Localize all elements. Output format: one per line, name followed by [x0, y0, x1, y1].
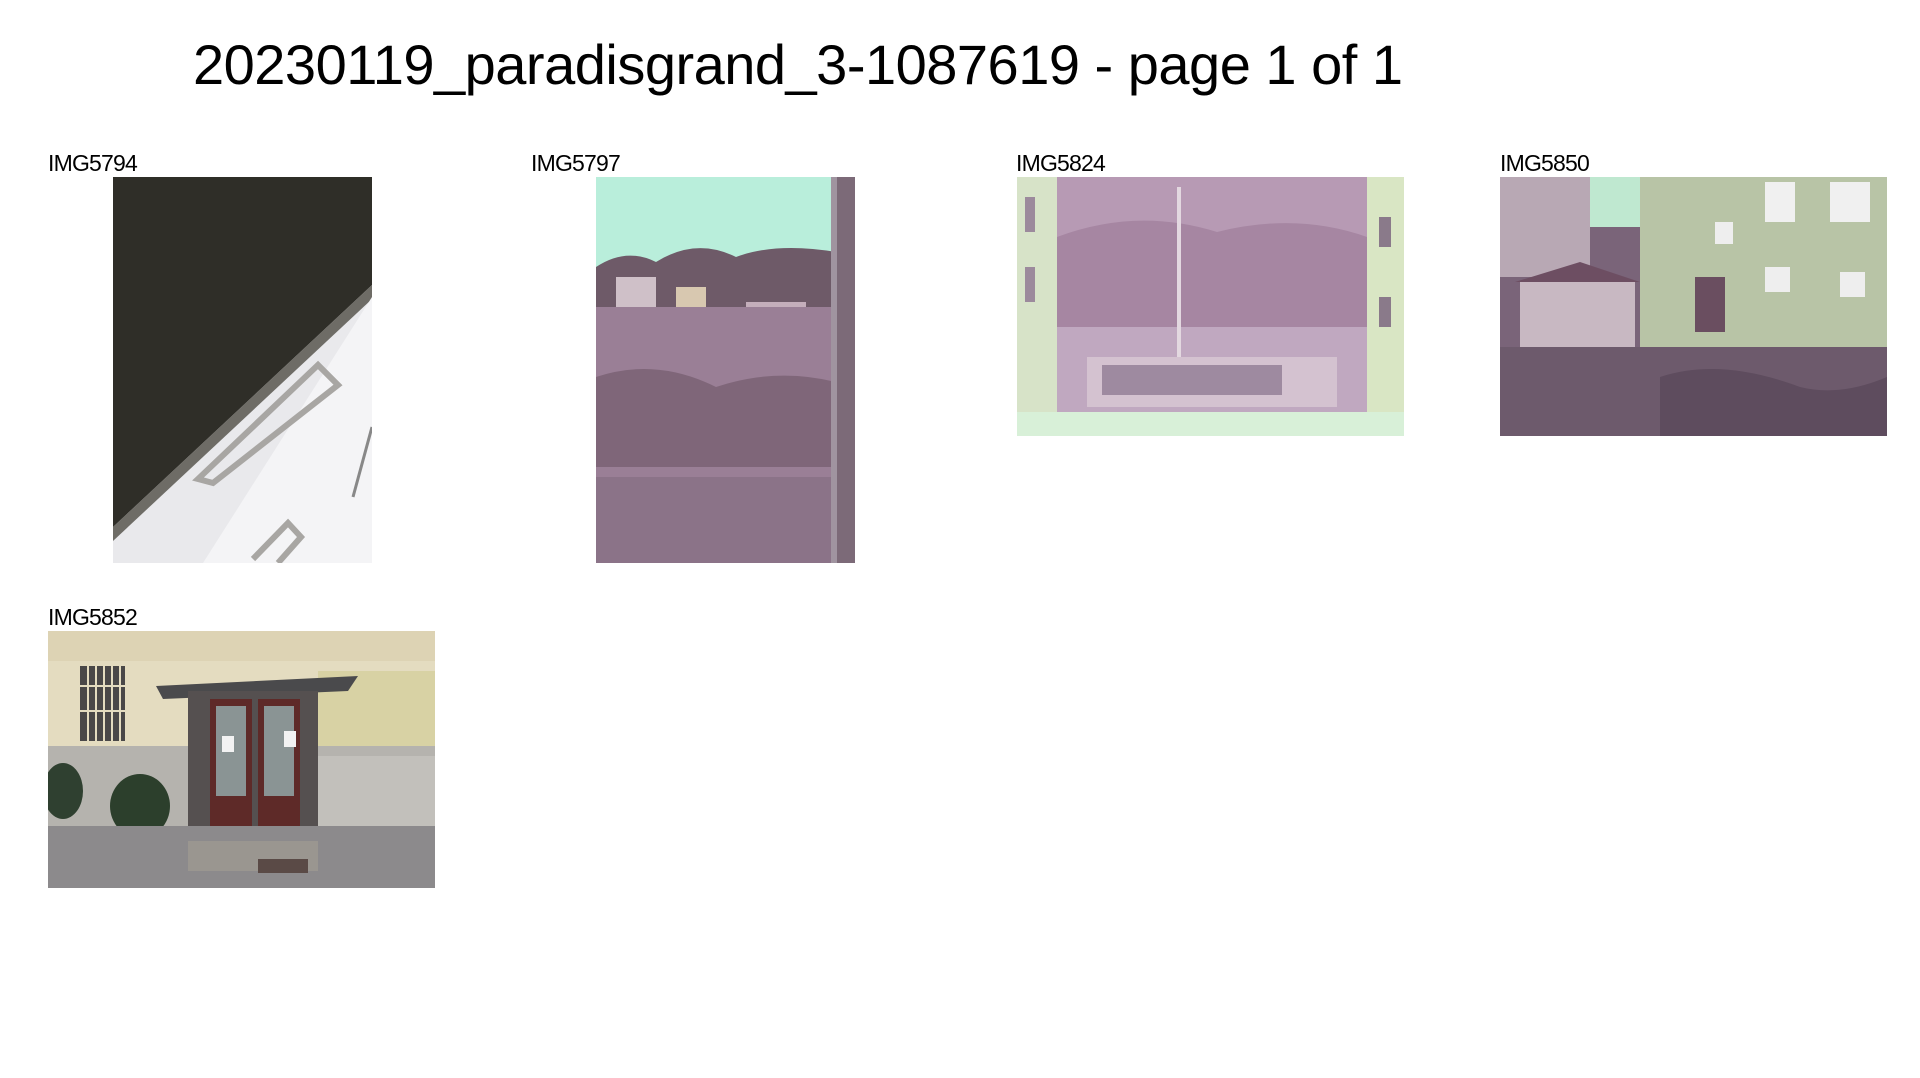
photo-window-view[interactable]: [596, 177, 855, 563]
photo-building-entrance[interactable]: [48, 631, 435, 888]
page-title: 20230119_paradisgrand_3-1087619 - page 1…: [193, 33, 1403, 96]
photo-courtyard-view[interactable]: [1017, 177, 1404, 436]
photo-backyard[interactable]: [1500, 177, 1887, 436]
thumbnail-label: IMG5797: [531, 150, 621, 176]
thumbnail-label: IMG5794: [48, 150, 138, 176]
thumbnail-label: IMG5852: [48, 604, 138, 630]
photo-kitchen-drawer[interactable]: [113, 177, 372, 563]
thumbnail-label: IMG5850: [1500, 150, 1590, 176]
thumbnail-label: IMG5824: [1016, 150, 1106, 176]
